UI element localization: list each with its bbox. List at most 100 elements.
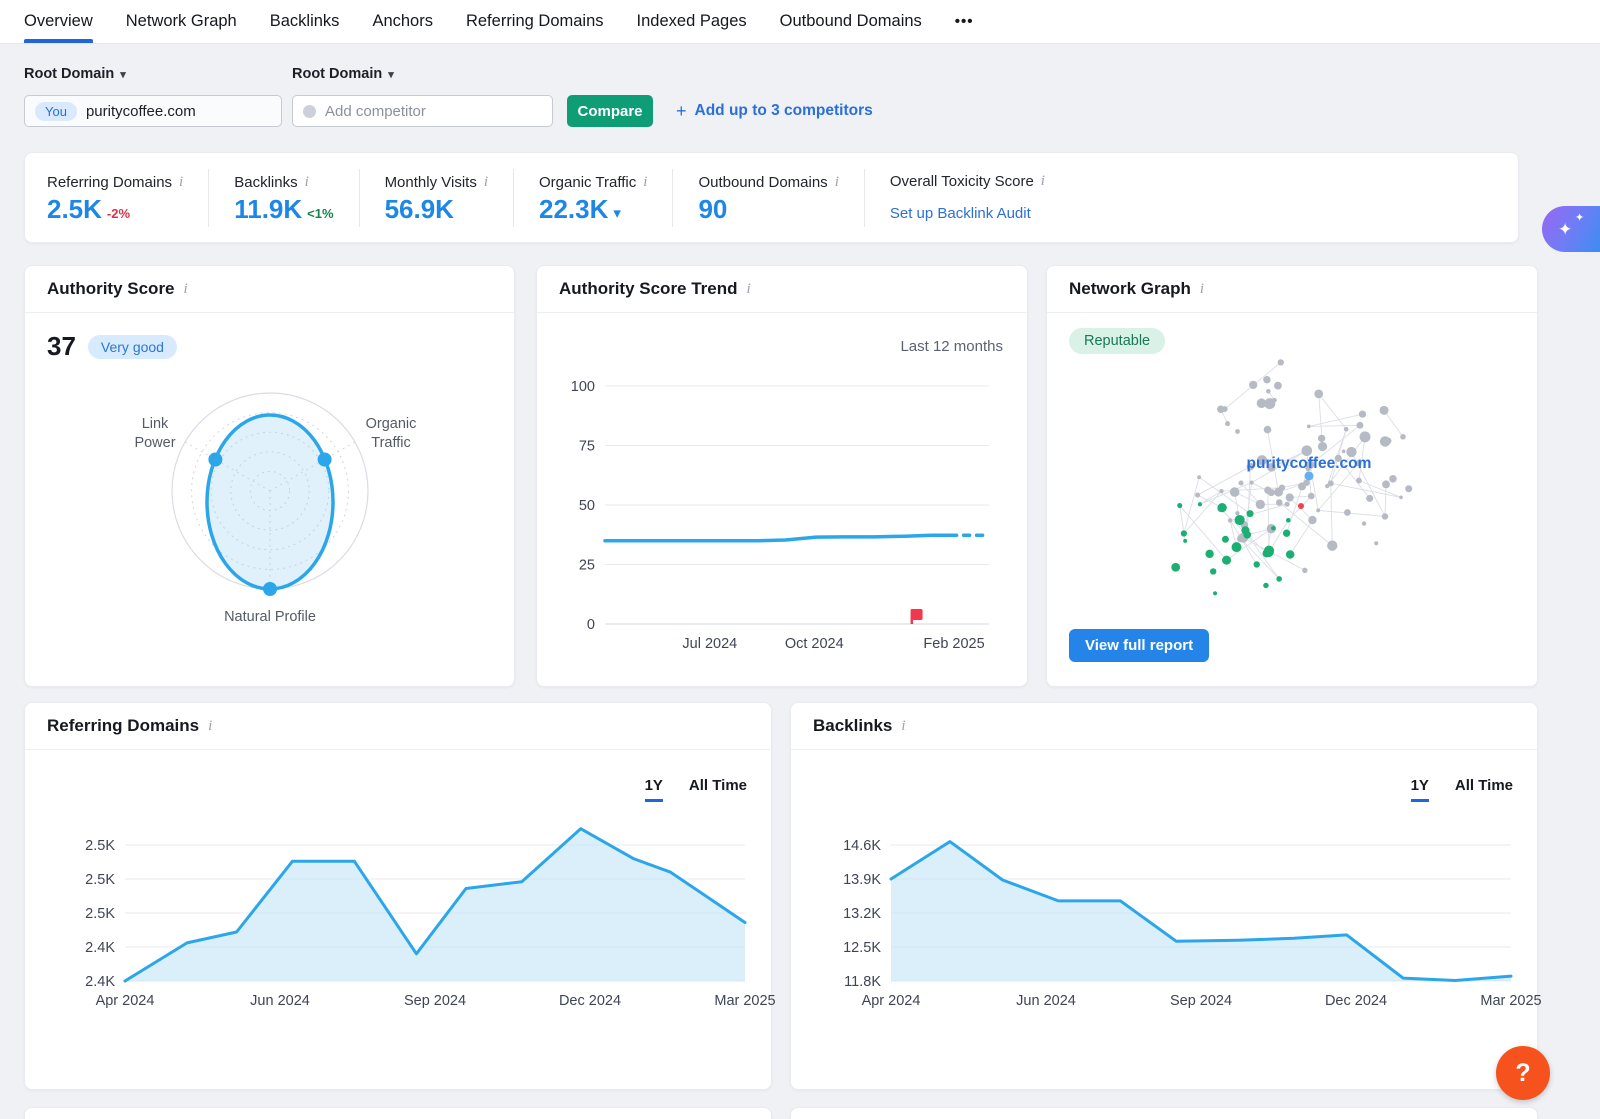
svg-text:Power: Power xyxy=(134,435,175,451)
info-icon[interactable]: i xyxy=(184,281,188,298)
help-button[interactable]: ? xyxy=(1496,1046,1550,1100)
svg-text:Jul 2024: Jul 2024 xyxy=(682,636,737,652)
trend-period-label: Last 12 months xyxy=(900,338,1003,355)
svg-text:Apr 2024: Apr 2024 xyxy=(96,993,155,1009)
competitor-dot-icon xyxy=(303,105,316,118)
tab-referring-domains[interactable]: Referring Domains xyxy=(466,0,604,43)
svg-text:Oct 2024: Oct 2024 xyxy=(785,636,844,652)
info-icon[interactable]: i xyxy=(835,174,839,191)
top-nav: Overview Network Graph Backlinks Anchors Ref… xyxy=(0,0,1600,44)
range-1y-tab[interactable]: 1Y xyxy=(1411,777,1429,802)
tab-outbound-domains[interactable]: Outbound Domains xyxy=(780,0,922,43)
svg-text:2.5K: 2.5K xyxy=(85,906,115,922)
competitor-placeholder: Add competitor xyxy=(325,103,426,120)
info-icon[interactable]: i xyxy=(747,281,751,298)
svg-text:Dec 2024: Dec 2024 xyxy=(559,993,621,1009)
card-title: Authority Score xyxy=(47,279,175,299)
competitor-scope-label: Root Domain xyxy=(292,66,382,82)
authority-radar-chart: LinkPowerOrganicTrafficNatural Profile xyxy=(105,376,435,644)
card-title: Backlinks xyxy=(813,716,892,736)
more-tabs-button[interactable]: ••• xyxy=(955,0,974,43)
report-tabs: Overview Network Graph Backlinks Anchors Ref… xyxy=(24,0,922,43)
referring-domains-card: Referring Domains i 1Y All Time 2.4K2.4K… xyxy=(24,702,772,1090)
svg-text:Jun 2024: Jun 2024 xyxy=(1016,993,1076,1009)
metric-value: 11.9K xyxy=(234,196,302,222)
referring-domains-chart: 2.4K2.4K2.5K2.5K2.5KApr 2024Jun 2024Sep … xyxy=(39,823,759,1015)
svg-text:Natural Profile: Natural Profile xyxy=(224,609,316,625)
svg-text:2.4K: 2.4K xyxy=(85,974,115,990)
compare-button[interactable]: Compare xyxy=(567,95,653,127)
target-domain-value: puritycoffee.com xyxy=(86,103,196,120)
info-icon[interactable]: i xyxy=(1200,281,1204,298)
svg-text:Apr 2024: Apr 2024 xyxy=(862,993,921,1009)
range-1y-tab[interactable]: 1Y xyxy=(645,777,663,802)
svg-text:Mar 2025: Mar 2025 xyxy=(1480,993,1541,1009)
metric-value: 90 xyxy=(698,196,727,222)
svg-text:75: 75 xyxy=(579,439,595,455)
metrics-summary-bar: Referring Domainsi2.5K-2%Backlinksi11.9K… xyxy=(24,152,1519,243)
sparkle-icon: ✦ xyxy=(1575,211,1584,224)
authority-score-value: 37 xyxy=(47,331,76,362)
info-icon[interactable]: i xyxy=(1041,173,1045,190)
add-competitors-link[interactable]: + Add up to 3 competitors xyxy=(676,95,873,127)
svg-text:Feb 2025: Feb 2025 xyxy=(923,636,984,652)
metric-outbound-domains: Outbound Domains i 90 xyxy=(672,169,863,227)
tab-network-graph[interactable]: Network Graph xyxy=(126,0,237,43)
info-icon[interactable]: i xyxy=(484,174,488,191)
metric-label: Overall Toxicity Score xyxy=(890,173,1034,190)
metric-value: 22.3K xyxy=(539,196,608,222)
svg-text:0: 0 xyxy=(587,617,595,633)
view-full-report-button[interactable]: View full report xyxy=(1069,629,1209,662)
target-domain-input[interactable]: You puritycoffee.com xyxy=(24,95,282,127)
setup-backlink-audit-link[interactable]: Set up Backlink Audit xyxy=(890,205,1031,222)
plus-icon: + xyxy=(676,101,687,122)
svg-text:Traffic: Traffic xyxy=(371,435,410,451)
authority-score-card: Authority Score i 37 Very good LinkPower… xyxy=(24,265,515,687)
info-icon[interactable]: i xyxy=(305,174,309,191)
svg-text:puritycoffee.com: puritycoffee.com xyxy=(1247,455,1372,472)
svg-text:Sep 2024: Sep 2024 xyxy=(404,993,466,1009)
metric-referring-domains: Referring Domainsi2.5K-2% xyxy=(47,169,208,227)
metric-delta: -2% xyxy=(107,206,130,221)
network-graph-visual: puritycoffee.com xyxy=(1133,344,1473,649)
range-alltime-tab[interactable]: All Time xyxy=(1455,777,1513,799)
backlinks-chart: 11.8K12.5K13.2K13.9K14.6KApr 2024Jun 202… xyxy=(805,823,1525,1015)
metric-label: Referring Domains xyxy=(47,174,172,191)
backlinks-card: Backlinks i 1Y All Time 11.8K12.5K13.2K1… xyxy=(790,702,1538,1090)
range-alltime-tab[interactable]: All Time xyxy=(689,777,747,799)
info-icon[interactable]: i xyxy=(179,174,183,191)
add-competitor-input[interactable]: Add competitor xyxy=(292,95,553,127)
svg-text:14.6K: 14.6K xyxy=(843,838,881,854)
info-icon[interactable]: i xyxy=(208,718,212,735)
metric-value: 56.9K xyxy=(385,196,454,222)
info-icon[interactable]: i xyxy=(901,718,905,735)
competitor-scope-selector[interactable]: Root Domain ▾ xyxy=(292,66,394,82)
tab-anchors[interactable]: Anchors xyxy=(372,0,433,43)
tab-backlinks[interactable]: Backlinks xyxy=(270,0,340,43)
svg-text:Jun 2024: Jun 2024 xyxy=(250,993,310,1009)
you-badge: You xyxy=(35,102,77,121)
metric-label: Monthly Visits xyxy=(385,174,477,191)
network-graph-card: Network Graph i Reputable puritycoffee.c… xyxy=(1046,265,1538,687)
svg-text:11.8K: 11.8K xyxy=(844,974,881,990)
metric-delta: <1% xyxy=(307,206,333,221)
svg-text:13.2K: 13.2K xyxy=(843,906,881,922)
metric-overall-toxicity-score: Overall Toxicity Score i Set up Backlink A… xyxy=(864,169,1070,227)
card-title: Referring Domains xyxy=(47,716,199,736)
authority-score-trend-card: Authority Score Trend i Last 12 months 0… xyxy=(536,265,1028,687)
backlinks-range-toggle: 1Y All Time xyxy=(1411,777,1513,802)
svg-text:2.5K: 2.5K xyxy=(85,872,115,888)
svg-text:Dec 2024: Dec 2024 xyxy=(1325,993,1387,1009)
metric-backlinks: Backlinksi11.9K<1% xyxy=(208,169,358,227)
tab-overview[interactable]: Overview xyxy=(24,0,93,43)
metric-label: Outbound Domains xyxy=(698,174,827,191)
svg-text:Sep 2024: Sep 2024 xyxy=(1170,993,1232,1009)
chevron-down-icon[interactable]: ▾ xyxy=(613,204,621,222)
info-icon[interactable]: i xyxy=(643,174,647,191)
svg-text:Link: Link xyxy=(141,416,168,432)
partial-card xyxy=(24,1107,772,1119)
tab-indexed-pages[interactable]: Indexed Pages xyxy=(637,0,747,43)
svg-text:13.9K: 13.9K xyxy=(843,872,881,888)
target-scope-selector[interactable]: Root Domain ▾ xyxy=(24,66,126,82)
ai-assistant-button[interactable]: ✦ ✦ xyxy=(1542,206,1600,252)
